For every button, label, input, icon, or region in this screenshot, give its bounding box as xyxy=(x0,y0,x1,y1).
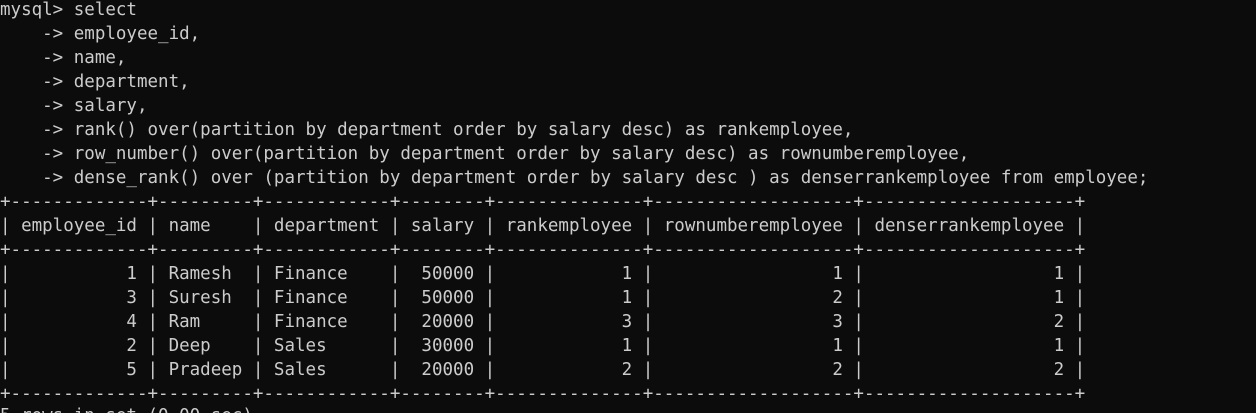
table-border-bottom: +-------------+---------+------------+--… xyxy=(0,384,1086,404)
table-row: | 5 | Pradeep | Sales | 20000 | 2 | 2 | … xyxy=(0,360,1086,380)
query-line: -> dense_rank() over (partition by depar… xyxy=(0,168,1149,188)
table-header-row: | employee_id | name | department | sala… xyxy=(0,216,1086,236)
table-border-top: +-------------+---------+------------+--… xyxy=(0,192,1086,212)
query-line: -> row_number() over(partition by depart… xyxy=(0,144,970,164)
table-row: | 4 | Ram | Finance | 20000 | 3 | 3 | 2 … xyxy=(0,312,1086,332)
query-line: -> salary, xyxy=(0,96,148,116)
table-row: | 3 | Suresh | Finance | 50000 | 1 | 2 |… xyxy=(0,288,1086,308)
query-line: -> name, xyxy=(0,48,127,68)
query-line: -> department, xyxy=(0,72,190,92)
terminal-window[interactable]: mysql> select -> employee_id, -> name, -… xyxy=(0,0,1256,413)
query-line: -> employee_id, xyxy=(0,24,201,44)
query-line: -> rank() over(partition by department o… xyxy=(0,120,854,140)
table-row: | 2 | Deep | Sales | 30000 | 1 | 1 | 1 | xyxy=(0,336,1086,356)
table-row: | 1 | Ramesh | Finance | 50000 | 1 | 1 |… xyxy=(0,264,1086,284)
table-border-mid: +-------------+---------+------------+--… xyxy=(0,240,1086,260)
result-summary: 5 rows in set (0.00 sec) xyxy=(0,404,253,413)
query-line-prompt: mysql> select xyxy=(0,0,137,20)
